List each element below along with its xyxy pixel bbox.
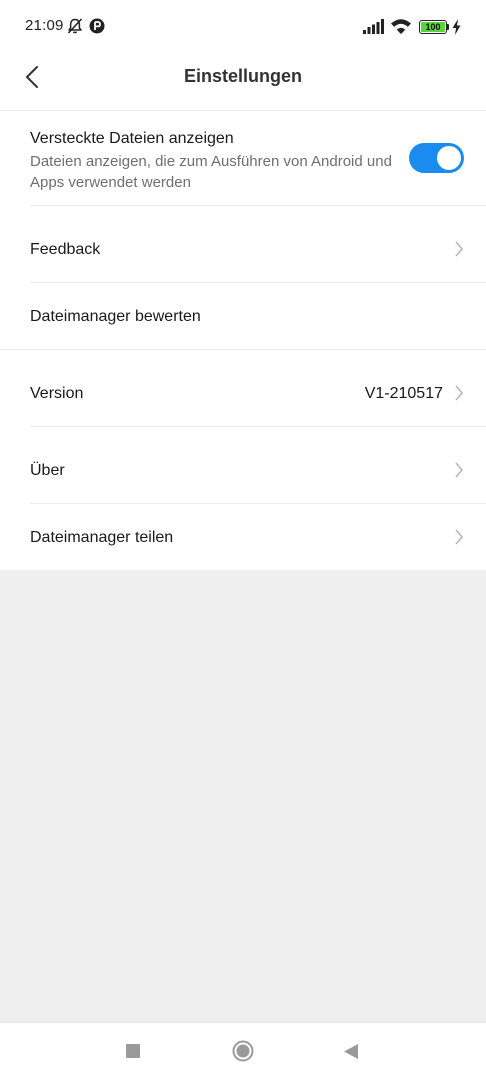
navigation-bar <box>0 1022 486 1080</box>
home-icon[interactable] <box>232 1040 254 1062</box>
setting-version[interactable]: Version V1-210517 <box>0 350 486 427</box>
hidden-files-description: Dateien anzeigen, die zum Ausführen von … <box>30 153 392 191</box>
chevron-right-icon <box>455 385 463 401</box>
status-bar: 21:09 100 <box>0 0 486 54</box>
setting-share[interactable]: Dateimanager teilen <box>0 504 486 570</box>
setting-rate[interactable]: Dateimanager bewerten <box>0 283 486 349</box>
battery-icon: 100 <box>419 20 447 34</box>
version-label: Version <box>30 385 84 402</box>
chevron-right-icon <box>455 462 463 478</box>
charging-icon <box>452 19 461 35</box>
bell-off-icon <box>67 18 83 34</box>
chevron-right-icon <box>455 241 463 257</box>
feedback-label: Feedback <box>30 241 101 258</box>
chevron-right-icon <box>455 529 463 545</box>
empty-area <box>0 570 486 1022</box>
battery-level: 100 <box>421 22 445 32</box>
version-value: V1-210517 <box>364 385 443 402</box>
toggle-knob <box>437 146 461 170</box>
wifi-icon <box>391 19 411 34</box>
setting-feedback[interactable]: Feedback <box>0 206 486 283</box>
rate-label: Dateimanager bewerten <box>30 308 201 325</box>
app-notification-icon <box>89 18 105 34</box>
page-title: Einstellungen <box>183 66 302 86</box>
battery-tip <box>447 24 449 30</box>
signal-icon <box>363 19 384 34</box>
hidden-files-label: Versteckte Dateien anzeigen <box>30 130 234 147</box>
recents-icon[interactable] <box>126 1044 140 1058</box>
status-time: 21:09 <box>25 17 64 34</box>
hidden-files-toggle[interactable] <box>409 143 464 173</box>
setting-about[interactable]: Über <box>0 427 486 504</box>
about-label: Über <box>30 462 65 479</box>
header: Einstellungen <box>0 54 486 111</box>
back-icon[interactable] <box>343 1043 359 1060</box>
share-label: Dateimanager teilen <box>30 529 174 546</box>
